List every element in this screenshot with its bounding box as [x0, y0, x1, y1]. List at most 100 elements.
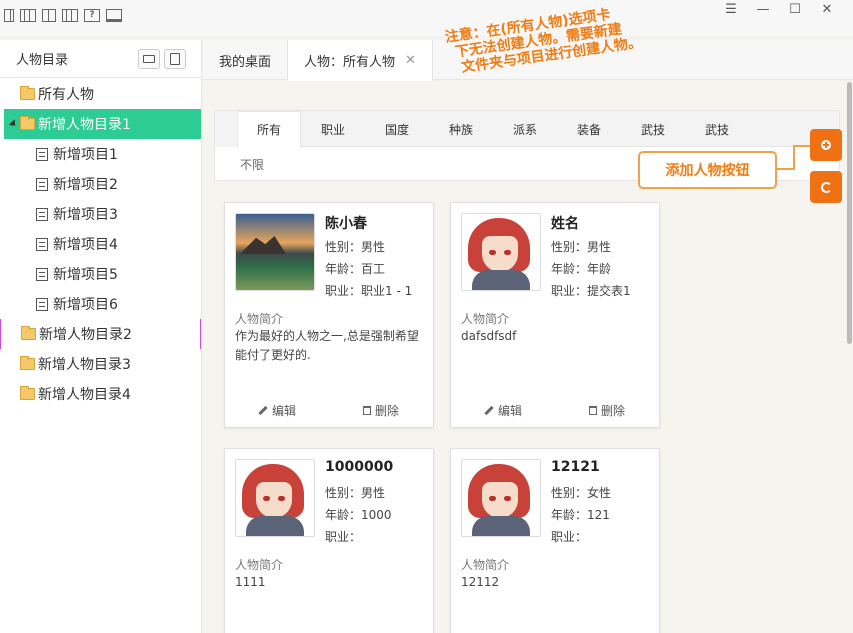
folder-icon	[143, 55, 155, 63]
sidebar-item-label: 新增人物目录3	[38, 357, 131, 373]
landscape-image	[236, 214, 314, 290]
sidebar-title: 人物目录	[16, 53, 69, 68]
character-image	[461, 213, 541, 291]
sidebar-item-project2[interactable]: 新增项目2	[0, 169, 201, 199]
maximize-icon[interactable]: ☐	[779, 2, 811, 18]
delete-button[interactable]: 删除	[329, 399, 433, 421]
add-character-button[interactable]	[810, 129, 842, 161]
character-gender: 性别：男性	[551, 240, 612, 254]
layout-icons: ?	[4, 9, 122, 22]
anime-avatar	[236, 460, 314, 536]
sidebar-item-project6[interactable]: 新增项目6	[0, 289, 201, 319]
tab-all-characters[interactable]: 人物：所有人物 ✕	[288, 40, 433, 81]
filter-tab-country[interactable]: 国度	[365, 111, 429, 147]
character-age: 年龄：121	[551, 508, 610, 522]
filter-tab-skill-1[interactable]: 武技	[621, 111, 685, 147]
refresh-icon	[820, 181, 832, 193]
sidebar-item-dir4[interactable]: 新增人物目录4	[0, 379, 201, 409]
character-job: 职业：	[325, 530, 362, 544]
menu-icon[interactable]: ☰	[715, 2, 747, 18]
help-icon[interactable]: ?	[84, 9, 100, 22]
scrollbar[interactable]	[847, 82, 852, 344]
intro-text: 作为最好的人物之一,总是强制希望能付了更好的.	[235, 329, 419, 362]
layout-4-icon[interactable]	[62, 9, 78, 22]
sidebar-item-project5[interactable]: 新增项目5	[0, 259, 201, 289]
tab-label: 人物：所有人物	[304, 55, 396, 70]
delete-label: 删除	[374, 403, 399, 418]
note-icon	[170, 53, 180, 65]
sidebar-item-dir1[interactable]: 新增人物目录1	[4, 109, 201, 139]
filter-tab-equipment[interactable]: 装备	[557, 111, 621, 147]
new-item-button[interactable]	[164, 49, 186, 69]
sidebar-item-label: 所有人物	[38, 87, 94, 103]
character-name: 1000000	[325, 459, 394, 475]
sidebar-item-label: 新增项目6	[53, 297, 118, 313]
edit-button[interactable]: 编辑	[451, 399, 555, 421]
document-icon	[36, 267, 48, 281]
sidebar-item-all[interactable]: 所有人物	[0, 79, 201, 109]
sidebar-item-dir3[interactable]: 新增人物目录3	[0, 349, 201, 379]
character-job: 职业：提交表1	[551, 284, 631, 298]
layout-3-icon[interactable]	[42, 9, 56, 22]
character-card: 1000000 性别：男性 年龄：1000 职业： 人物简介 1111	[224, 448, 434, 633]
trash-icon	[362, 405, 371, 415]
plus-icon	[821, 140, 831, 150]
new-folder-button[interactable]	[138, 49, 160, 69]
sidebar-item-project1[interactable]: 新增项目1	[0, 139, 201, 169]
document-icon	[36, 177, 48, 191]
minimize-icon[interactable]: —	[747, 2, 779, 18]
layout-1-icon[interactable]	[4, 9, 14, 22]
character-gender: 性别：男性	[325, 486, 386, 500]
delete-button[interactable]: 删除	[555, 399, 659, 421]
filter-tabs: 所有 职业 国度 种族 派系 装备 武技 武技	[237, 111, 839, 148]
intro-text: 12112	[461, 575, 500, 589]
sidebar-item-project3[interactable]: 新增项目3	[0, 199, 201, 229]
card-actions: 编辑 删除	[451, 399, 659, 421]
character-gender: 性别：男性	[325, 240, 386, 254]
trash-icon	[588, 405, 597, 415]
filter-tab-faction[interactable]: 派系	[493, 111, 557, 147]
tab-label: 我的桌面	[219, 54, 272, 70]
pencil-icon	[484, 405, 494, 415]
filter-value[interactable]: 不限	[240, 156, 264, 173]
close-tab-icon[interactable]: ✕	[405, 53, 416, 68]
refresh-button[interactable]	[810, 171, 842, 203]
sidebar-item-label: 新增项目2	[53, 177, 118, 193]
monitor-icon[interactable]	[106, 9, 122, 22]
character-card: 12121 性别：女性 年龄：121 职业： 人物简介 12112	[450, 448, 660, 633]
edit-label: 编辑	[497, 403, 522, 418]
filter-tab-all[interactable]: 所有	[237, 111, 301, 148]
character-age: 年龄：百工	[325, 262, 386, 276]
callout-connector	[777, 168, 794, 170]
character-image	[461, 459, 541, 537]
character-image	[235, 459, 315, 537]
filter-tab-race[interactable]: 种族	[429, 111, 493, 147]
character-job: 职业：职业1 - 1	[325, 284, 413, 298]
filter-tab-profession[interactable]: 职业	[301, 111, 365, 147]
folder-icon	[20, 86, 35, 100]
folder-icon	[20, 386, 35, 400]
caret-down-icon[interactable]	[8, 119, 19, 129]
intro-label: 人物简介	[461, 312, 510, 326]
edit-button[interactable]: 编辑	[225, 399, 329, 421]
sidebar-item-label: 新增人物目录1	[38, 117, 131, 133]
layout-2-icon[interactable]	[20, 9, 36, 22]
anime-avatar	[462, 460, 540, 536]
sidebar-item-dir2[interactable]: 新增人物目录2	[0, 319, 201, 349]
character-card: 姓名 性别：男性 年龄：年龄 职业：提交表1 人物简介 dafsdfsdf 编辑…	[450, 202, 660, 428]
sidebar-item-project4[interactable]: 新增项目4	[0, 229, 201, 259]
folder-icon	[20, 356, 35, 370]
sidebar-item-label: 新增项目5	[53, 267, 118, 283]
annotation-callout: 添加人物按钮	[638, 151, 777, 189]
filter-tab-skill-2[interactable]: 武技	[685, 111, 749, 147]
tab-desktop[interactable]: 我的桌面	[203, 40, 289, 80]
toolbar: ? ☰ — ☐ ✕	[0, 0, 853, 36]
character-name: 陈小春	[325, 216, 367, 232]
close-icon[interactable]: ✕	[811, 2, 843, 18]
folder-icon	[21, 326, 36, 340]
character-name: 12121	[551, 459, 600, 475]
sidebar-item-label: 新增人物目录4	[38, 387, 131, 403]
sidebar-item-label: 新增项目3	[53, 207, 118, 223]
intro-text: dafsdfsdf	[461, 329, 517, 343]
delete-label: 删除	[600, 403, 625, 418]
